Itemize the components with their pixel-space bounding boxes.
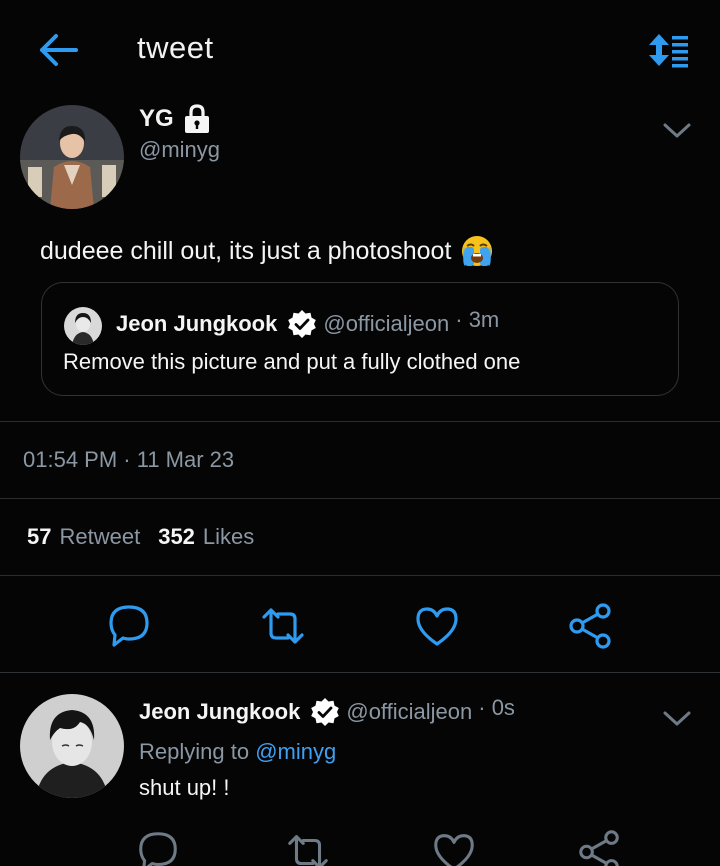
quote-author-name[interactable]: Jeon Jungkook [116, 311, 277, 337]
chevron-down-icon[interactable] [662, 120, 692, 140]
like-label[interactable]: Likes [203, 524, 254, 550]
author-name[interactable]: YG [139, 103, 212, 135]
like-icon[interactable] [412, 601, 462, 651]
divider [0, 672, 720, 673]
quote-header: Jeon Jungkook @officialjeon · 3m [116, 307, 500, 339]
reply-header: Jeon Jungkook @officialjeon · 0s [139, 695, 515, 727]
share-icon[interactable] [566, 601, 616, 651]
author-handle[interactable]: @minyg [139, 137, 220, 163]
tweet-text-content: dudeee chill out, its just a photoshoot [40, 236, 452, 265]
reply-icon[interactable] [104, 601, 154, 651]
lock-icon [182, 103, 212, 135]
top-bar: tweet [0, 0, 720, 96]
replying-to: Replying to @minyg [139, 739, 336, 765]
divider [0, 421, 720, 422]
crying-face-emoji-icon [459, 234, 495, 268]
divider [0, 575, 720, 576]
like-icon[interactable] [430, 828, 478, 866]
reply-time: · 0s [478, 695, 515, 720]
quote-text: Remove this picture and put a fully clot… [63, 349, 521, 374]
reply-text: shut up! ! [139, 775, 230, 800]
retweet-count[interactable]: 57 [27, 524, 51, 550]
reply-author-name[interactable]: Jeon Jungkook [139, 699, 300, 725]
author-name-text: YG [139, 105, 174, 132]
sort-list-icon[interactable] [647, 30, 691, 70]
chevron-down-icon[interactable] [662, 708, 692, 728]
like-count[interactable]: 352 [158, 524, 195, 550]
tweet-timestamp: 01:54 PM · 11 Mar 23 [23, 447, 235, 472]
replying-prefix: Replying to [139, 739, 250, 764]
author-avatar[interactable] [20, 105, 124, 209]
quote-author-avatar[interactable] [64, 307, 102, 345]
retweet-label[interactable]: Retweet [59, 524, 140, 550]
replying-mention[interactable]: @minyg [255, 739, 336, 764]
divider [0, 498, 720, 499]
reply-author-handle[interactable]: @officialjeon [346, 699, 472, 725]
share-icon[interactable] [576, 828, 624, 866]
back-arrow-icon[interactable] [36, 30, 80, 70]
retweet-icon[interactable] [258, 601, 308, 651]
quoted-tweet-card[interactable]: Jeon Jungkook @officialjeon · 3m Remove … [41, 282, 679, 396]
retweet-icon[interactable] [284, 828, 332, 866]
page-title: tweet [137, 30, 214, 65]
reply-icon[interactable] [134, 828, 182, 866]
quote-time: · 3m [455, 307, 500, 332]
tweet-stats: 57 Retweet 352 Likes [27, 524, 264, 550]
verified-badge-icon [287, 309, 317, 339]
reply-author-avatar[interactable] [20, 694, 124, 798]
verified-badge-icon [310, 697, 340, 727]
quote-author-handle[interactable]: @officialjeon [323, 311, 449, 337]
tweet-text: dudeee chill out, its just a photoshoot [40, 234, 495, 268]
